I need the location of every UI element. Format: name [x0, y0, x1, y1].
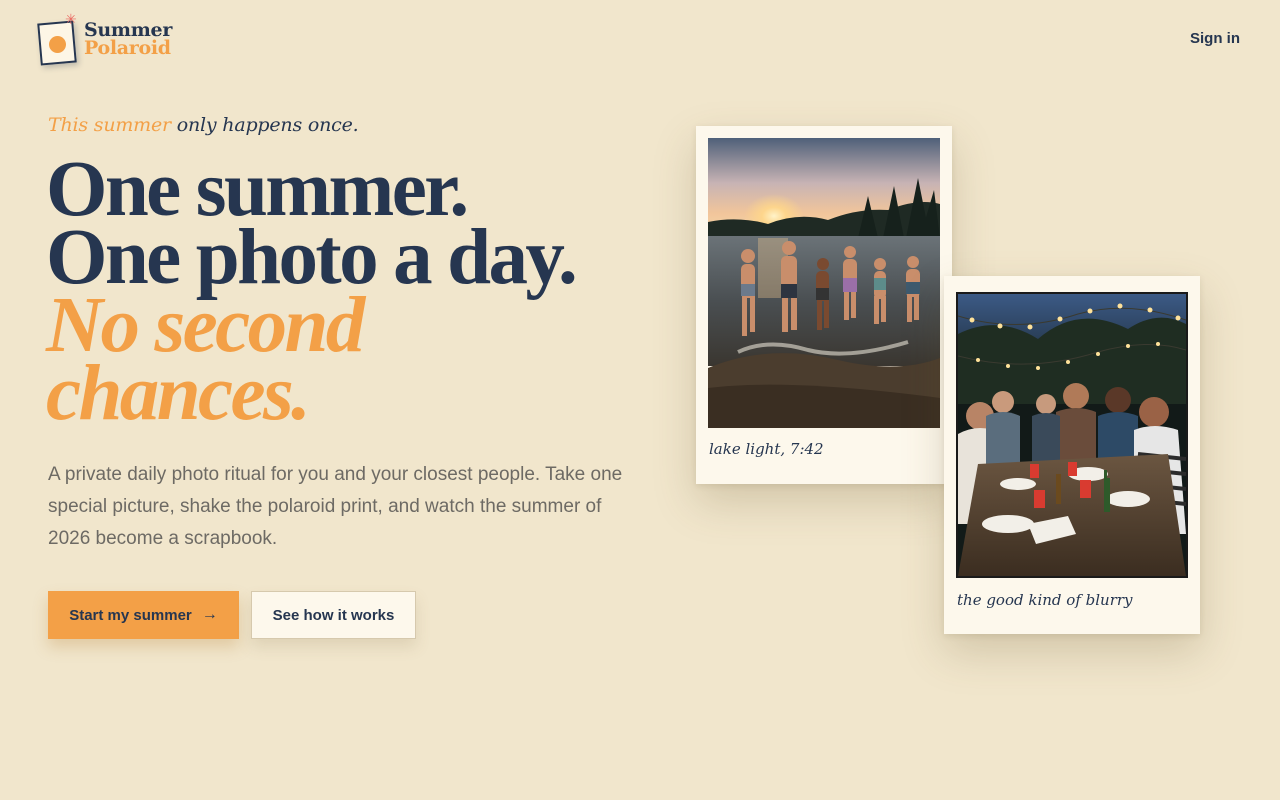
photo-caption: the good kind of blurry	[957, 591, 1133, 609]
polaroid-card-dinner: the good kind of blurry	[944, 276, 1200, 634]
logo-sun-icon	[49, 36, 66, 53]
lake-photo-illustration	[708, 138, 940, 428]
dinner-photo-illustration	[958, 294, 1186, 576]
brand-logo[interactable]: ✳ Summer Polaroid	[37, 12, 172, 66]
eyebrow-rest: only happens once.	[170, 114, 359, 136]
sign-in-link[interactable]: Sign in	[1190, 30, 1240, 47]
start-my-summer-label: Start my summer	[69, 606, 192, 624]
polaroid-card-lake: lake light, 7:42	[696, 126, 952, 484]
eyebrow-accent: This summer	[48, 114, 171, 136]
start-my-summer-button[interactable]: Start my summer →	[48, 591, 239, 639]
arrow-right-icon: →	[201, 606, 218, 623]
brand-wordmark: Summer Polaroid	[84, 20, 172, 60]
brand-name-line2: Polaroid	[84, 37, 171, 60]
see-how-it-works-label: See how it works	[272, 606, 395, 624]
hero-eyebrow: This summer only happens once.	[48, 114, 359, 136]
headline-line-4: chances.	[46, 350, 311, 437]
see-how-it-works-button[interactable]: See how it works	[251, 591, 416, 639]
photo-caption: lake light, 7:42	[709, 440, 824, 458]
lake-photo	[708, 138, 940, 428]
polaroid-logo-icon: ✳	[37, 12, 78, 66]
hero-description: A private daily photo ritual for you and…	[48, 464, 623, 549]
hero-headline: One summer. One photo a day. No second c…	[46, 150, 578, 437]
dinner-photo	[956, 292, 1188, 578]
sparkle-icon: ✳	[65, 11, 77, 27]
